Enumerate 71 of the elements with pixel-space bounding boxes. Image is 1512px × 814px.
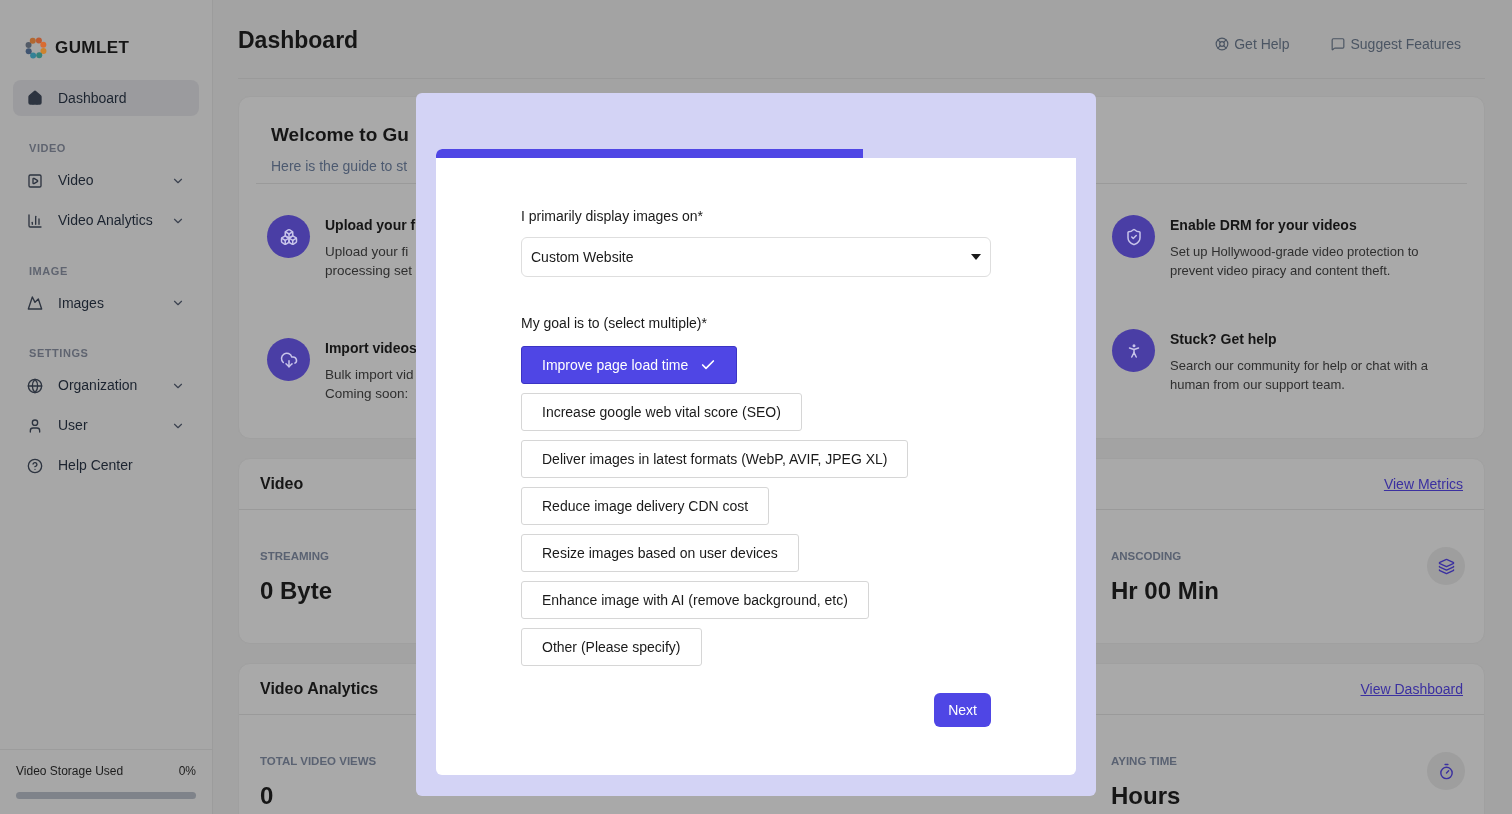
bar-chart-icon — [27, 212, 43, 229]
chat-icon — [1331, 37, 1346, 51]
person-icon — [1112, 329, 1155, 372]
nav-item[interactable]: Images — [13, 285, 199, 321]
card-title: Welcome to Gu — [271, 123, 410, 147]
nav-label: User — [58, 416, 89, 435]
nav-item[interactable]: User — [13, 407, 199, 444]
next-button[interactable]: Next — [934, 693, 991, 727]
video-icon — [27, 172, 43, 189]
section-heading: SETTINGS — [28, 346, 90, 361]
nav-label: Dashboard — [58, 88, 128, 108]
home-icon — [27, 90, 43, 106]
storage-label: Video Storage Used — [16, 763, 124, 780]
shield-icon — [1112, 215, 1155, 258]
card-link[interactable]: View Metrics — [1383, 473, 1463, 495]
card-link[interactable]: View Dashboard — [1360, 678, 1463, 700]
stat-value: Hr 00 Min — [1111, 576, 1220, 607]
item-description: Bulk import vid Coming soon: — [325, 366, 415, 403]
stat-label: ANSCODING — [1111, 549, 1183, 564]
goal-option[interactable]: Improve page load time — [521, 346, 738, 384]
user-icon — [27, 417, 43, 434]
stat-value: 0 — [260, 781, 275, 812]
nav-label: Organization — [58, 376, 139, 395]
item-title: Import videos — [325, 339, 417, 358]
item-description: Upload your fi processing set — [325, 243, 414, 280]
item-title: Upload your f — [325, 216, 416, 235]
nav-item[interactable]: Help Center — [13, 447, 199, 484]
layers-icon — [1427, 547, 1465, 585]
stat-value: Hours — [1111, 781, 1181, 812]
card-subtitle: Here is the guide to st — [271, 156, 409, 176]
item-title: Stuck? Get help — [1170, 330, 1278, 349]
platform-select[interactable]: Custom Website — [521, 237, 991, 277]
page-title: Dashboard — [238, 25, 359, 55]
caret-icon — [971, 254, 981, 260]
timer-icon — [1427, 752, 1465, 790]
goal-option[interactable]: Resize images based on user devices — [521, 534, 799, 572]
nav-label: Images — [58, 293, 105, 313]
nav-item[interactable]: Organization — [13, 367, 199, 404]
goal-option[interactable]: Deliver images in latest formats (WebP, AVIF, JPEG XL) — [521, 440, 909, 478]
section-heading: VIDEO — [28, 141, 67, 156]
goal-option[interactable]: Enhance image with AI (remove background, etc) — [521, 581, 869, 619]
stat-value: 0 Byte — [260, 576, 333, 607]
brand-name: GUMLET — [55, 37, 130, 60]
goal-option[interactable]: Increase google web vital score (SEO) — [521, 393, 802, 431]
cloud-download-icon — [267, 338, 310, 381]
card-title: Video Analytics — [260, 679, 379, 699]
mountain-icon — [27, 295, 43, 311]
nav-label: Help Center — [58, 456, 134, 475]
field-label: My goal is to (select multiple)* — [521, 314, 708, 333]
item-description: Search our community for help or chat with a human from our support team. — [1170, 357, 1429, 394]
item-description: Set up Hollywood-grade video protection to prevent video piracy and content theft. — [1170, 243, 1420, 280]
stat-label: TOTAL VIDEO VIEWS — [260, 754, 377, 769]
nav-label: Video — [58, 171, 95, 190]
storage-value: 0% — [178, 763, 196, 780]
nav-item[interactable]: Video — [13, 162, 199, 199]
nav-label: Video Analytics — [58, 211, 154, 230]
item-title: Enable DRM for your videos — [1170, 216, 1358, 235]
goal-option[interactable]: Reduce image delivery CDN cost — [521, 487, 770, 525]
logo-icon — [25, 37, 47, 59]
stat-label: STREAMING — [260, 549, 330, 564]
nav-item[interactable]: Dashboard — [13, 80, 199, 116]
nav-item[interactable]: Video Analytics — [13, 202, 199, 239]
card-title: Video — [260, 474, 304, 494]
field-label: I primarily display images on* — [521, 207, 705, 226]
lifebuoy-icon — [1215, 37, 1230, 51]
globe-icon — [27, 377, 43, 394]
section-heading: IMAGE — [28, 263, 69, 279]
help-icon — [27, 457, 43, 474]
stat-label: AYING TIME — [1111, 754, 1179, 769]
goal-option[interactable]: Other (Please specify) — [521, 628, 702, 666]
cubes-icon — [267, 215, 310, 258]
